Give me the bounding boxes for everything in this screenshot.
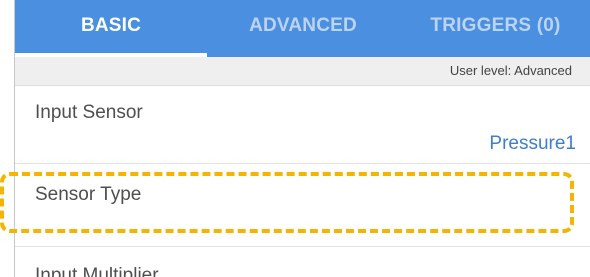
tab-advanced[interactable]: ADVANCED (207, 0, 399, 57)
screenshot-frame: BASIC ADVANCED TRIGGERS (0) User level: … (0, 0, 590, 277)
input-sensor-value: Pressure1 (489, 133, 576, 154)
setting-row-input-sensor[interactable]: Input Sensor Pressure1 (15, 86, 590, 164)
tab-bar: BASIC ADVANCED TRIGGERS (0) (15, 0, 590, 57)
tab-advanced-label: ADVANCED (249, 15, 357, 36)
sensor-type-label: Sensor Type (35, 184, 142, 205)
tab-basic-label: BASIC (80, 15, 142, 36)
user-level-bar: User level: Advanced (15, 57, 590, 86)
input-sensor-label: Input Sensor (35, 102, 143, 123)
tab-triggers-label: TRIGGERS (0) (430, 15, 561, 36)
input-multiplier-label: Input Multiplier (35, 265, 159, 277)
setting-row-sensor-type[interactable]: Sensor Type (15, 164, 590, 247)
settings-panel: BASIC ADVANCED TRIGGERS (0) User level: … (14, 0, 590, 277)
tab-triggers[interactable]: TRIGGERS (0) (399, 0, 590, 57)
tab-basic[interactable]: BASIC (15, 0, 207, 57)
setting-row-input-multiplier[interactable]: Input Multiplier (15, 247, 590, 277)
user-level-text: User level: Advanced (449, 63, 572, 78)
